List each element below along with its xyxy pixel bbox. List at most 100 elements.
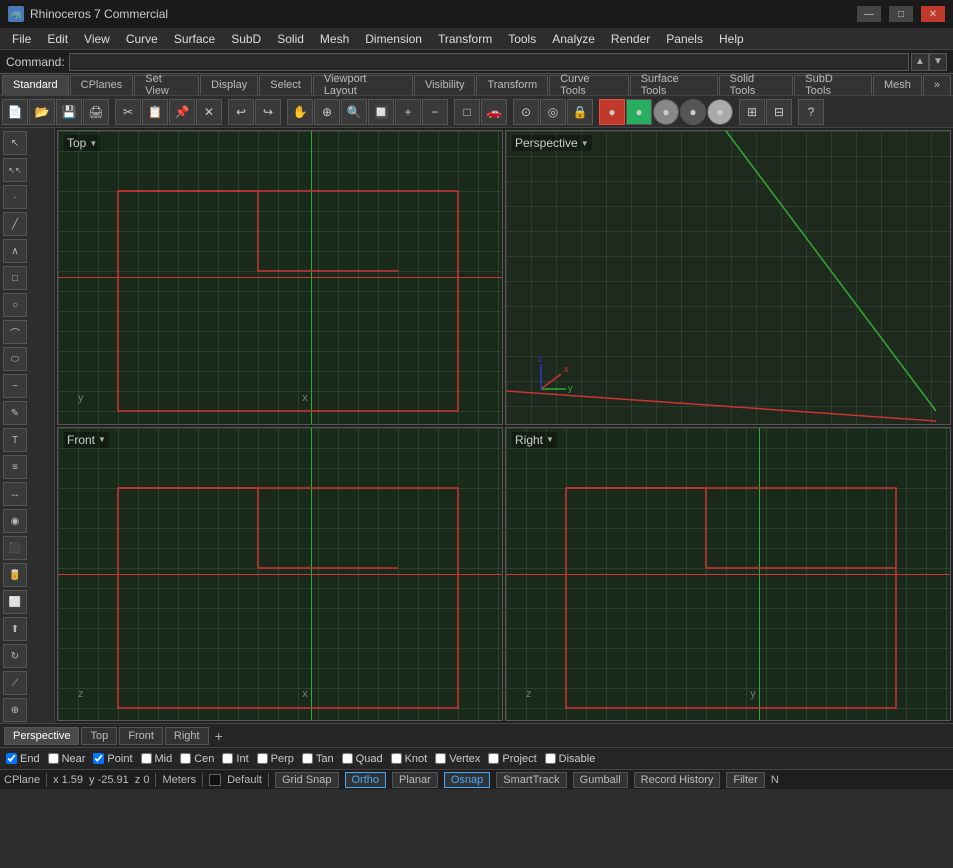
zoom-ext-icon[interactable]: ⊕: [314, 99, 340, 125]
top-dropdown-arrow[interactable]: ▼: [89, 139, 97, 148]
select-tool[interactable]: ↖: [3, 131, 27, 155]
delete-icon[interactable]: ✕: [196, 99, 222, 125]
surface-tool[interactable]: ⬜: [3, 590, 27, 614]
snap2-icon[interactable]: ◎: [540, 99, 566, 125]
paste-icon[interactable]: 📌: [169, 99, 195, 125]
cyl-tool[interactable]: 🥫: [3, 563, 27, 587]
tab-setview[interactable]: Set View: [134, 75, 199, 95]
box-icon[interactable]: □: [454, 99, 480, 125]
gumball-button[interactable]: Gumball: [573, 772, 628, 788]
snap-vertex[interactable]: Vertex: [435, 753, 480, 765]
snap-project[interactable]: Project: [488, 753, 536, 765]
circle-tool[interactable]: ○: [3, 293, 27, 317]
cut-icon[interactable]: ✂: [115, 99, 141, 125]
mat3-icon[interactable]: ●: [653, 99, 679, 125]
menu-tools[interactable]: Tools: [500, 30, 544, 48]
perspective-dropdown-arrow[interactable]: ▼: [581, 139, 589, 148]
command-scroll-down[interactable]: ▼: [929, 53, 947, 71]
tab-select[interactable]: Select: [259, 75, 312, 95]
help-icon[interactable]: ?: [798, 99, 824, 125]
extrude-tool[interactable]: ⬆: [3, 617, 27, 641]
front-dropdown-arrow[interactable]: ▼: [98, 435, 106, 444]
osnap-button[interactable]: Osnap: [444, 772, 490, 788]
tab-viewport-layout[interactable]: Viewport Layout: [313, 75, 413, 95]
tab-transform[interactable]: Transform: [476, 75, 548, 95]
snap-int[interactable]: Int: [222, 753, 248, 765]
menu-edit[interactable]: Edit: [39, 30, 76, 48]
viewport-right[interactable]: Right ▼ z y: [505, 427, 951, 722]
car-icon[interactable]: 🚗: [481, 99, 507, 125]
tab-surface-tools[interactable]: Surface Tools: [630, 75, 718, 95]
menu-render[interactable]: Render: [603, 30, 658, 48]
filter-button[interactable]: Filter: [726, 772, 764, 788]
mat2-icon[interactable]: ●: [626, 99, 652, 125]
menu-transform[interactable]: Transform: [430, 30, 500, 48]
mat4-icon[interactable]: ●: [680, 99, 706, 125]
maximize-button[interactable]: □: [889, 6, 913, 22]
menu-file[interactable]: File: [4, 30, 39, 48]
command-scroll-up[interactable]: ▲: [911, 53, 929, 71]
zoom-sel-icon[interactable]: 🔍: [341, 99, 367, 125]
arc-tool[interactable]: ⌒: [3, 320, 27, 344]
ortho-button[interactable]: Ortho: [345, 772, 387, 788]
pan-icon[interactable]: ✋: [287, 99, 313, 125]
revolve-tool[interactable]: ↻: [3, 644, 27, 668]
status-tab-top[interactable]: Top: [81, 727, 117, 745]
menu-subd[interactable]: SubD: [223, 30, 269, 48]
box-tool[interactable]: ⬛: [3, 536, 27, 560]
menu-panels[interactable]: Panels: [658, 30, 711, 48]
tab-more[interactable]: »: [923, 75, 951, 95]
mat1-icon[interactable]: ●: [599, 99, 625, 125]
snap-quad[interactable]: Quad: [342, 753, 383, 765]
close-button[interactable]: ✕: [921, 6, 945, 22]
status-tab-front[interactable]: Front: [119, 727, 163, 745]
viewport-front[interactable]: Front ▼ z x: [57, 427, 503, 722]
freeform-tool[interactable]: ✎: [3, 401, 27, 425]
tab-visibility[interactable]: Visibility: [414, 75, 476, 95]
snap-end[interactable]: End: [6, 753, 40, 765]
dim-tool[interactable]: ↔: [3, 482, 27, 506]
record-history-button[interactable]: Record History: [634, 772, 721, 788]
tab-cplanes[interactable]: CPlanes: [70, 75, 134, 95]
grid-icon[interactable]: ⊞: [739, 99, 765, 125]
layout-icon[interactable]: ⊟: [766, 99, 792, 125]
menu-curve[interactable]: Curve: [118, 30, 166, 48]
open-icon[interactable]: 📂: [29, 99, 55, 125]
snap-tan[interactable]: Tan: [302, 753, 334, 765]
tab-subd-tools[interactable]: SubD Tools: [794, 75, 872, 95]
planar-button[interactable]: Planar: [392, 772, 438, 788]
rect-tool[interactable]: □: [3, 266, 27, 290]
snap-icon[interactable]: ⊙: [513, 99, 539, 125]
point-tool[interactable]: ·: [3, 185, 27, 209]
snap-near[interactable]: Near: [48, 753, 86, 765]
lock-icon[interactable]: 🔒: [567, 99, 593, 125]
status-tab-perspective[interactable]: Perspective: [4, 727, 79, 745]
command-input[interactable]: [69, 53, 909, 71]
zoom-in-icon[interactable]: +: [395, 99, 421, 125]
sphere-tool[interactable]: ◉: [3, 509, 27, 533]
tab-solid-tools[interactable]: Solid Tools: [719, 75, 794, 95]
save-icon[interactable]: 💾: [56, 99, 82, 125]
undo-icon[interactable]: ↩: [228, 99, 254, 125]
tab-mesh[interactable]: Mesh: [873, 75, 922, 95]
loft-tool[interactable]: ⟋: [3, 671, 27, 695]
mat5-icon[interactable]: ●: [707, 99, 733, 125]
tab-standard[interactable]: Standard: [2, 75, 69, 95]
menu-analyze[interactable]: Analyze: [544, 30, 603, 48]
menu-surface[interactable]: Surface: [166, 30, 223, 48]
boolean-tool[interactable]: ⊕: [3, 698, 27, 722]
tab-display[interactable]: Display: [200, 75, 258, 95]
copy-icon[interactable]: 📋: [142, 99, 168, 125]
snap-knot[interactable]: Knot: [391, 753, 428, 765]
grid-snap-button[interactable]: Grid Snap: [275, 772, 339, 788]
snap-disable[interactable]: Disable: [545, 753, 596, 765]
window-controls[interactable]: — □ ✕: [857, 6, 945, 22]
menu-solid[interactable]: Solid: [269, 30, 312, 48]
snap-point[interactable]: Point: [93, 753, 132, 765]
ellipse-tool[interactable]: ⬭: [3, 347, 27, 371]
tab-curve-tools[interactable]: Curve Tools: [549, 75, 628, 95]
curve-tool[interactable]: ~: [3, 374, 27, 398]
menu-view[interactable]: View: [76, 30, 118, 48]
text-tool[interactable]: T: [3, 428, 27, 452]
snap-perp[interactable]: Perp: [257, 753, 294, 765]
